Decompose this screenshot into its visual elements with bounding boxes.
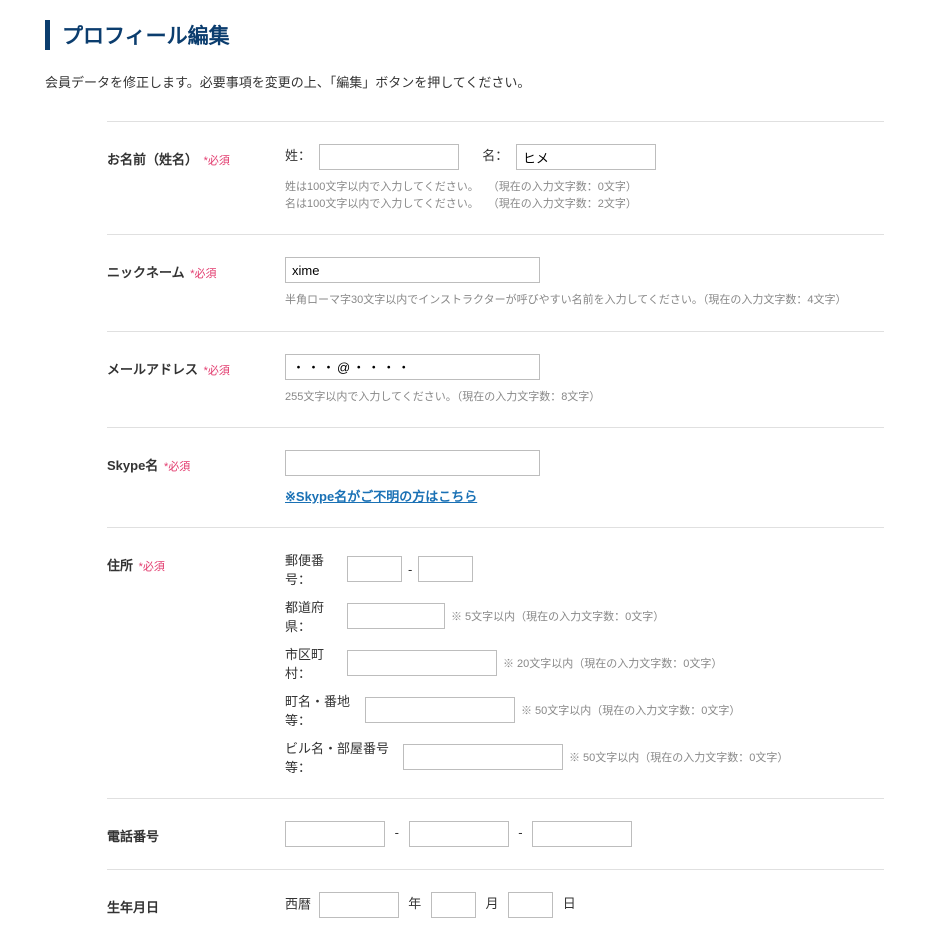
sei-input[interactable] — [319, 144, 459, 170]
required-badge: *必須 — [204, 155, 230, 167]
zip1-input[interactable] — [347, 556, 402, 582]
hint-email: 255文字以内で入力してください。（現在の入力文字数：8文字） — [285, 389, 884, 406]
label-city: 市区町村： — [285, 644, 347, 682]
label-month: 月 — [486, 896, 499, 911]
row-name: お名前（姓名） *必須 姓： 名： 姓は100文字以内で入力してください。 （現… — [107, 121, 884, 234]
label-zip: 郵便番号： — [285, 550, 347, 588]
required-badge: *必須 — [139, 561, 165, 573]
nickname-input[interactable] — [285, 257, 540, 283]
pref-input[interactable] — [347, 603, 445, 629]
label-email: メールアドレス — [107, 362, 198, 377]
row-nickname: ニックネーム *必須 半角ローマ字30文字以内でインストラクターが呼びやすい名前… — [107, 234, 884, 331]
email-input[interactable] — [285, 354, 540, 380]
label-day: 日 — [563, 896, 576, 911]
label-town: 町名・番地等： — [285, 691, 365, 729]
hint-sei-a: 姓は100文字以内で入力してください。 — [285, 181, 479, 193]
hint-town: ※ 50文字以内（現在の入力文字数：0文字） — [521, 702, 740, 718]
month-input[interactable] — [431, 892, 476, 918]
day-input[interactable] — [508, 892, 553, 918]
required-badge: *必須 — [204, 365, 230, 377]
hint-nickname: 半角ローマ字30文字以内でインストラクターが呼びやすい名前を入力してください。（… — [285, 292, 884, 309]
label-era: 西暦 — [285, 896, 311, 911]
label-birth: 生年月日 — [107, 900, 159, 915]
required-badge: *必須 — [164, 461, 190, 473]
row-address: 住所 *必須 郵便番号： - 都道府県： ※ 5文字以内（現在の入力文字数：0文… — [107, 527, 884, 798]
row-phone: 電話番号 - - — [107, 798, 884, 869]
phone2-input[interactable] — [409, 821, 509, 847]
hint-city: ※ 20文字以内（現在の入力文字数：0文字） — [503, 655, 722, 671]
label-skype: Skype名 — [107, 458, 158, 473]
label-year: 年 — [408, 896, 421, 911]
row-email: メールアドレス *必須 255文字以内で入力してください。（現在の入力文字数：8… — [107, 331, 884, 428]
row-skype: Skype名 *必須 ※Skype名がご不明の方はこちら — [107, 427, 884, 527]
city-input[interactable] — [347, 650, 497, 676]
label-bldg: ビル名・部屋番号等： — [285, 738, 403, 776]
skype-help-link[interactable]: ※Skype名がご不明の方はこちら — [285, 486, 477, 505]
zip-dash: - — [408, 562, 412, 577]
town-input[interactable] — [365, 697, 515, 723]
required-badge: *必須 — [190, 268, 216, 280]
label-mei: 名： — [482, 148, 508, 163]
zip2-input[interactable] — [418, 556, 473, 582]
label-sei: 姓： — [285, 148, 311, 163]
year-input[interactable] — [319, 892, 399, 918]
hint-mei-b: （現在の入力文字数：2文字） — [488, 196, 637, 213]
label-phone: 電話番号 — [107, 829, 159, 844]
bldg-input[interactable] — [403, 744, 563, 770]
phone-dash-1: - — [395, 825, 399, 840]
phone1-input[interactable] — [285, 821, 385, 847]
label-address: 住所 — [107, 558, 133, 573]
hint-pref: ※ 5文字以内（現在の入力文字数：0文字） — [451, 608, 664, 624]
hint-mei-a: 名は100文字以内で入力してください。 — [285, 198, 479, 210]
mei-input[interactable] — [516, 144, 656, 170]
profile-form: お名前（姓名） *必須 姓： 名： 姓は100文字以内で入力してください。 （現… — [107, 121, 884, 918]
page-description: 会員データを修正します。必要事項を変更の上、「編集」ボタンを押してください。 — [45, 72, 894, 91]
label-nickname: ニックネーム — [107, 265, 185, 280]
label-name: お名前（姓名） — [107, 152, 198, 167]
phone-dash-2: - — [518, 825, 522, 840]
page-title: プロフィール編集 — [45, 20, 894, 50]
label-pref: 都道府県： — [285, 597, 347, 635]
skype-input[interactable] — [285, 450, 540, 476]
row-birth: 生年月日 西暦 年 月 日 — [107, 869, 884, 918]
hint-bldg: ※ 50文字以内（現在の入力文字数：0文字） — [569, 749, 788, 765]
hint-sei-b: （現在の入力文字数：0文字） — [488, 179, 637, 196]
phone3-input[interactable] — [532, 821, 632, 847]
